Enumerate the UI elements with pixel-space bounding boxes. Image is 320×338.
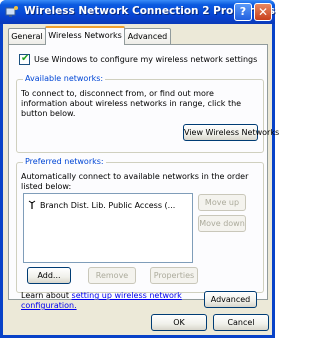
tab-general[interactable]: General <box>8 28 46 45</box>
available-networks-description: To connect to, disconnect from, or find … <box>21 89 242 118</box>
view-wireless-networks-button[interactable]: View Wireless Networks <box>183 124 279 141</box>
cancel-button[interactable]: Cancel <box>213 314 269 331</box>
learn-about-text: Learn about setting up wireless network … <box>21 291 201 311</box>
preferred-networks-description: Automatically connect to available netwo… <box>21 172 249 191</box>
preferred-networks-title: Preferred networks: <box>23 157 106 166</box>
dialog-body: General Wireless Networks Advanced ✔ Use… <box>3 24 279 335</box>
list-item[interactable]: Branch Dist. Lib. Public Access (... <box>28 200 175 210</box>
network-name: Branch Dist. Lib. Public Access (... <box>40 201 176 210</box>
title-bar[interactable]: Wireless Network Connection 2 Properties… <box>0 0 275 24</box>
learn-about-prefix: Learn about <box>21 291 72 300</box>
tab-wireless-networks[interactable]: Wireless Networks <box>45 26 125 45</box>
checkmark-icon: ✔ <box>21 53 30 64</box>
help-button[interactable]: ? <box>234 3 252 21</box>
wireless-networks-panel: ✔ Use Windows to configure my wireless n… <box>8 44 279 310</box>
available-networks-title: Available networks: <box>23 74 106 83</box>
properties-button[interactable]: Properties <box>150 267 198 284</box>
network-connection-icon <box>5 6 18 17</box>
preferred-networks-group: Preferred networks: Automatically connec… <box>16 157 264 293</box>
preferred-networks-list[interactable]: Branch Dist. Lib. Public Access (... <box>23 193 193 263</box>
advanced-button[interactable]: Advanced <box>204 291 257 308</box>
antenna-icon <box>28 200 36 209</box>
use-windows-label[interactable]: Use Windows to configure my wireless net… <box>34 55 257 64</box>
use-windows-checkbox[interactable]: ✔ <box>19 53 30 65</box>
move-up-button[interactable]: Move up <box>198 194 246 211</box>
close-button[interactable]: ✕ <box>254 3 272 21</box>
move-down-button[interactable]: Move down <box>198 215 246 232</box>
properties-window: Wireless Network Connection 2 Properties… <box>0 0 279 338</box>
remove-button[interactable]: Remove <box>88 267 136 284</box>
add-button[interactable]: Add... <box>27 267 71 284</box>
tab-advanced[interactable]: Advanced <box>124 28 171 45</box>
available-networks-group: Available networks: To connect to, disco… <box>16 74 279 153</box>
ok-button[interactable]: OK <box>151 314 207 331</box>
